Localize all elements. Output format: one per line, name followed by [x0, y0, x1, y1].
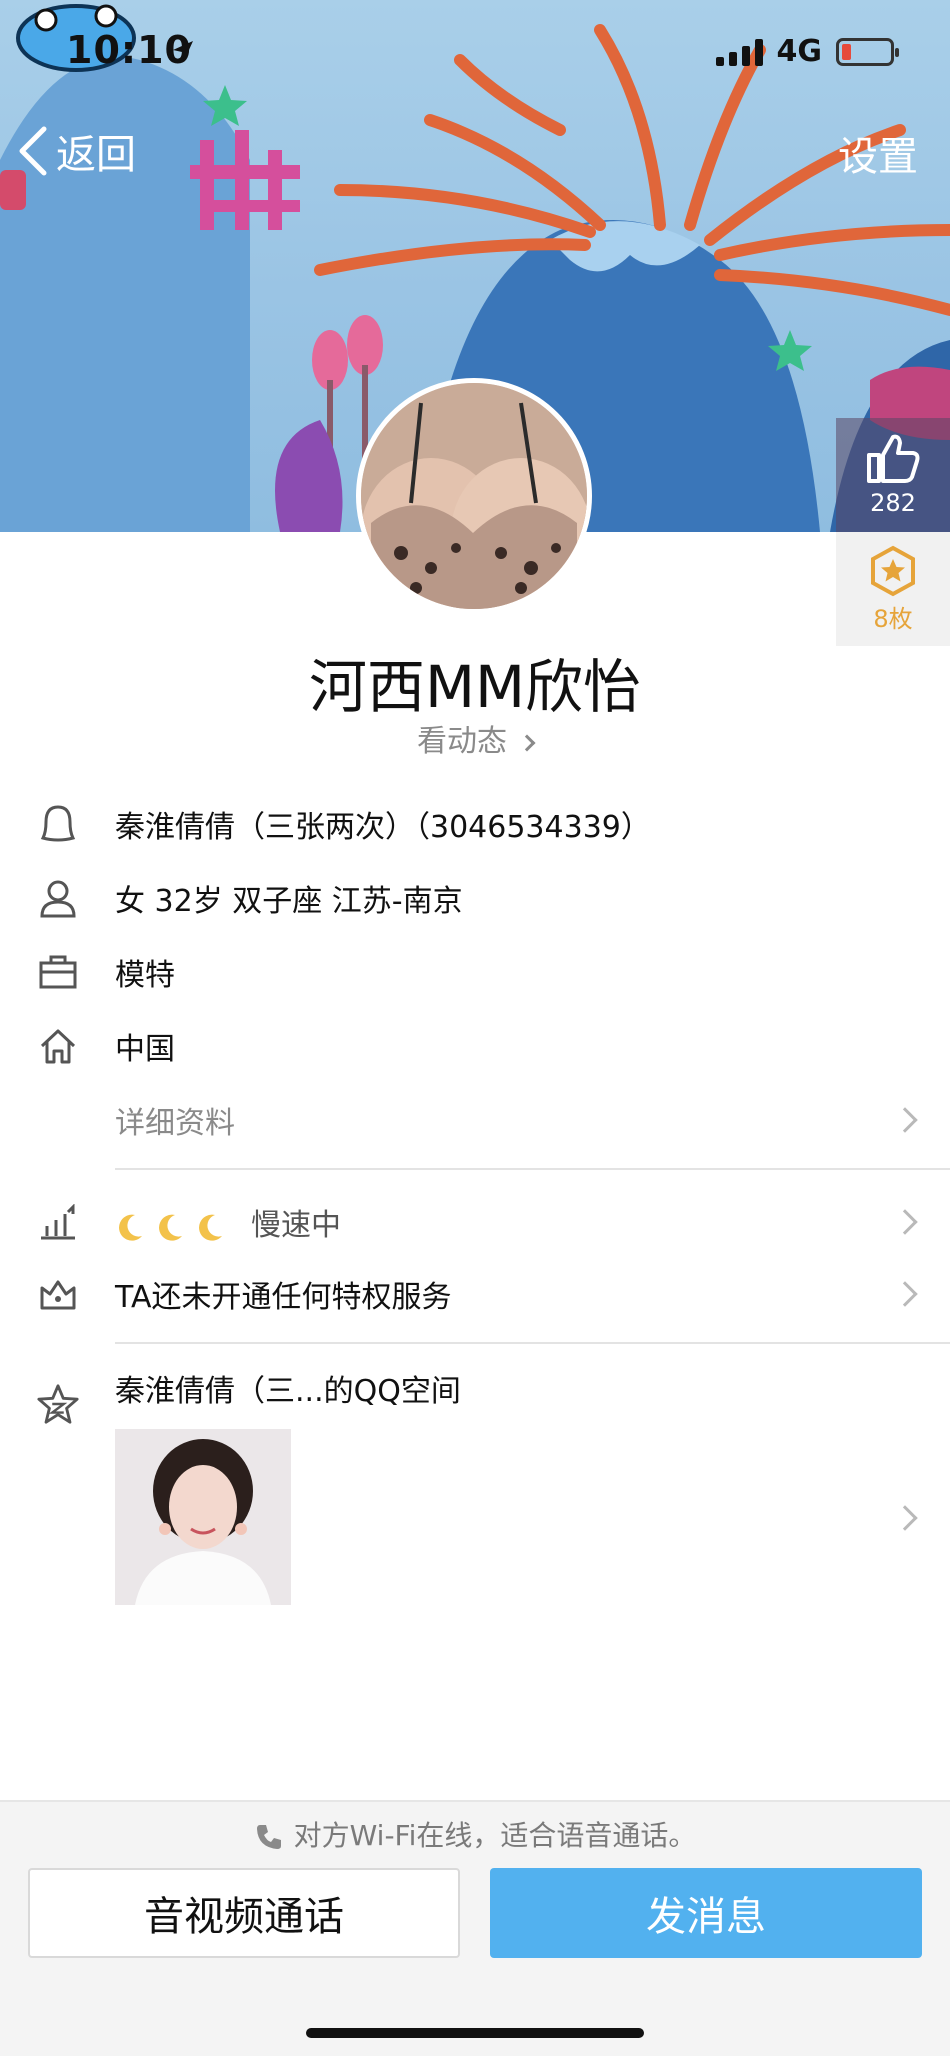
briefcase-icon [36, 950, 80, 994]
send-message-button[interactable]: 发消息 [490, 1868, 922, 1958]
penguin-icon [36, 802, 80, 846]
phone-icon [256, 1825, 281, 1849]
basic-info: 女 32岁 双子座 江苏-南京 [115, 884, 463, 919]
divider [115, 1342, 950, 1344]
moon-icon [119, 1214, 142, 1241]
nickname-qq: 秦淮倩倩（三张两次）（3046534339） [115, 810, 651, 845]
info-row-basic[interactable]: 女 32岁 双子座 江苏-南京 [0, 862, 950, 934]
avatar[interactable] [356, 378, 592, 614]
info-row-nickname[interactable]: 秦淮倩倩（三张两次）（3046534339） [0, 788, 950, 860]
badge-count: 8枚 [873, 604, 913, 633]
battery-icon [836, 37, 899, 66]
qzone-row[interactable]: 秦淮倩倩（三...的QQ空间 [0, 1352, 950, 1424]
bottom-action-bar: 对方Wi-Fi在线，适合语音通话。 音视频通话 发消息 [0, 1800, 950, 2056]
moon-icon [159, 1214, 182, 1241]
online-hint: 对方Wi-Fi在线，适合语音通话。 [0, 1814, 950, 1854]
person-icon [36, 876, 80, 920]
like-button[interactable]: 282 [836, 418, 950, 532]
hometown: 中国 [115, 1032, 175, 1067]
profile-name: 河西MM欣怡 [308, 653, 642, 721]
qzone-arrow-row[interactable] [0, 1482, 950, 1554]
info-row-job[interactable]: 模特 [0, 936, 950, 1008]
status-bar: 10:10 4G [0, 0, 950, 100]
star-badge-icon [871, 545, 915, 596]
vip-status: TA还未开通任何特权服务 [115, 1280, 452, 1315]
location-arrow-icon [173, 41, 193, 61]
chevron-right-icon [892, 1281, 918, 1307]
moments-link[interactable]: 看动态 [0, 716, 950, 760]
moments-label: 看动态 [417, 724, 507, 759]
qzone-title: 秦淮倩倩（三...的QQ空间 [115, 1374, 461, 1409]
chevron-left-icon [19, 126, 47, 176]
moon-icon [199, 1214, 222, 1241]
chevron-right-icon [892, 1209, 918, 1235]
like-count: 282 [870, 489, 916, 517]
thumbs-up-icon [867, 434, 920, 483]
speed-label: 慢速中 [251, 1208, 341, 1243]
divider [115, 1168, 950, 1170]
network-type: 4G [776, 34, 823, 69]
home-indicator[interactable] [306, 2028, 644, 2038]
home-icon [36, 1024, 80, 1068]
settings-button[interactable]: 设置 [838, 124, 918, 182]
job: 模特 [115, 958, 175, 993]
qzone-star-icon [36, 1382, 80, 1426]
details-row[interactable]: 详细资料 [0, 1084, 950, 1156]
details-link: 详细资料 [115, 1106, 235, 1141]
level-moons [115, 1212, 225, 1242]
vip-row[interactable]: TA还未开通任何特权服务 [0, 1258, 950, 1330]
crown-icon [36, 1272, 80, 1316]
cellular-signal-icon [715, 38, 763, 66]
info-row-hometown[interactable]: 中国 [0, 1010, 950, 1082]
avatar-photo [361, 383, 587, 609]
chevron-right-icon [892, 1107, 918, 1133]
level-chart-icon [36, 1200, 80, 1244]
hint-text: 对方Wi-Fi在线，适合语音通话。 [293, 1819, 697, 1852]
back-label: 返回 [56, 132, 136, 178]
chevron-right-icon [892, 1505, 918, 1531]
badge-button[interactable]: 8枚 [836, 532, 950, 646]
level-row[interactable]: 慢速中 [0, 1186, 950, 1258]
back-button[interactable]: 返回 [16, 122, 136, 180]
audio-video-call-button[interactable]: 音视频通话 [28, 1868, 460, 1958]
chevron-right-icon [518, 734, 536, 751]
